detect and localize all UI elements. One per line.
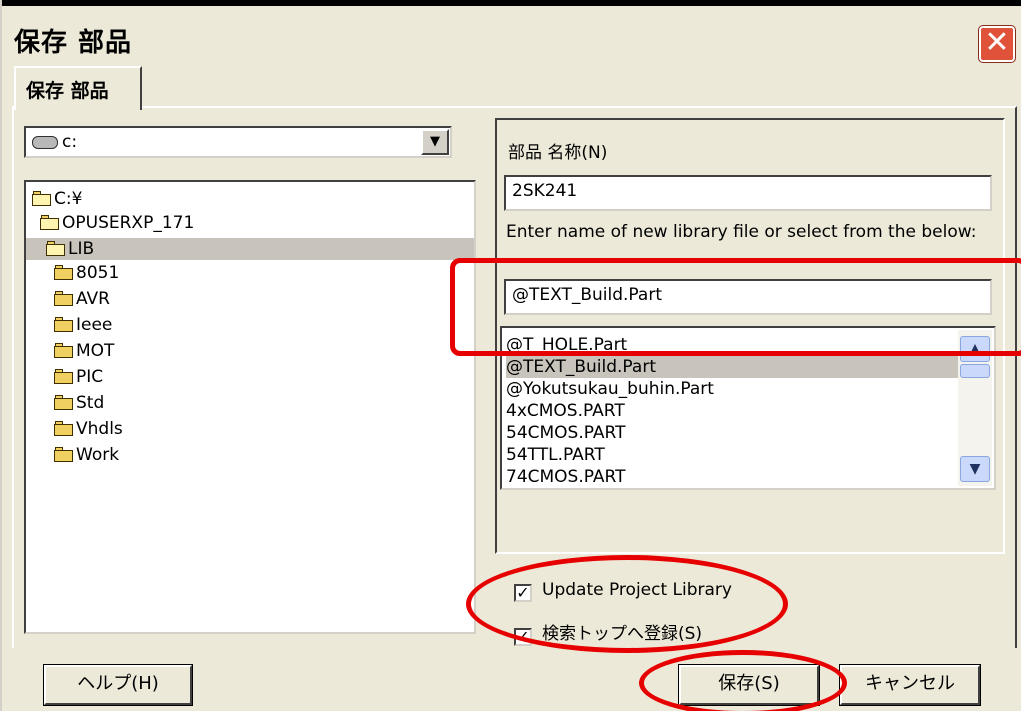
drive-value: c: [62,132,78,152]
folder-icon [54,265,74,280]
chevron-down-icon[interactable]: ▼ [421,129,449,155]
tree-item-label: AVR [76,289,110,309]
update-project-library-option[interactable]: ✓ Update Project Library [514,580,732,602]
library-instruction: Enter name of new library file or select… [506,222,977,242]
tree-item[interactable]: Vhdls [54,418,123,440]
tree-item-label: Vhdls [76,419,123,439]
scroll-down-icon[interactable]: ▼ [960,456,990,482]
title-bar[interactable]: 保存 部品 ✕ [2,0,1021,63]
tree-item[interactable]: Work [54,444,119,466]
folder-icon [54,421,74,436]
tree-item-label: Std [76,393,105,413]
tree-item-label: 8051 [76,263,120,283]
drive-icon [32,136,58,149]
tree-item-label: Ieee [76,315,113,335]
window-title: 保存 部品 [14,28,133,58]
tree-item-label: Work [76,445,120,465]
tree-item[interactable]: Ieee [54,314,112,336]
tree-item[interactable]: AVR [54,288,110,310]
register-search-top-checkbox[interactable]: ✓ [514,628,532,646]
tab-save-part[interactable]: 保存 部品 [14,66,142,110]
list-item[interactable]: @TEXT_Build.Part [506,356,962,378]
scroll-up-icon[interactable]: ▲ [960,336,990,362]
part-name-field[interactable]: 2SK241 [504,175,992,211]
folder-icon [54,291,74,306]
tree-item-label: C:¥ [54,189,83,209]
tree-item-label: OPUSERXP_171 [62,213,195,233]
folder-icon [54,317,74,332]
list-item[interactable]: 74CMOS.PART [506,466,962,488]
register-search-top-label: 検索トップへ登録(S) [542,624,703,644]
cancel-button[interactable]: キャンセル [839,664,981,706]
help-button[interactable]: ヘルプ(H) [43,664,193,706]
update-project-library-checkbox[interactable]: ✓ [514,584,532,602]
tree-item[interactable]: MOT [54,340,114,362]
folder-icon [54,343,74,358]
scroll-thumb[interactable] [960,364,990,378]
tree-item[interactable]: 8051 [54,262,119,284]
folder-open-icon [40,215,60,230]
tree-item[interactable]: PIC [54,366,103,388]
folder-icon [54,395,74,410]
tree-item-label: LIB [68,239,95,259]
tree-item-label: MOT [76,341,115,361]
list-scrollbar[interactable]: ▲ ▼ [958,330,992,486]
library-file-field[interactable]: @TEXT_Build.Part [504,279,992,315]
list-item[interactable]: 54TTL.PART [506,444,962,466]
update-project-library-label: Update Project Library [542,580,732,600]
folder-icon [54,447,74,462]
save-button[interactable]: 保存(S) [678,664,820,706]
part-name-label: 部品 名称(N) [508,143,608,163]
list-item[interactable]: @Yokutsukau_buhin.Part [506,378,962,400]
tree-item[interactable]: LIB [26,238,474,260]
list-item[interactable]: 4xCMOS.PART [506,400,962,422]
register-search-top-option[interactable]: ✓ 検索トップへ登録(S) [514,619,702,646]
folder-open-icon [46,241,66,256]
drive-select[interactable]: c: ▼ [24,126,452,158]
folder-icon [54,369,74,384]
list-item[interactable]: @T_HOLE.Part [506,334,962,356]
tree-item[interactable]: Std [54,392,104,414]
tree-item[interactable]: C:¥ [32,188,82,210]
tree-item-label: PIC [76,367,104,387]
list-item[interactable]: 54CMOS.PART [506,422,962,444]
tree-item[interactable]: OPUSERXP_171 [40,212,194,234]
folder-tree[interactable]: C:¥ OPUSERXP_171 LIB 8051 AVR Ieee MOT P… [24,180,476,634]
close-icon[interactable]: ✕ [978,25,1016,63]
save-part-dialog: 保存 部品 ✕ 保存 部品 c: ▼ C:¥ OPUSERXP_171 LIB … [0,0,1021,711]
folder-open-icon [32,191,52,206]
library-file-list[interactable]: @T_HOLE.Part @TEXT_Build.Part @Yokutsuka… [500,326,996,490]
